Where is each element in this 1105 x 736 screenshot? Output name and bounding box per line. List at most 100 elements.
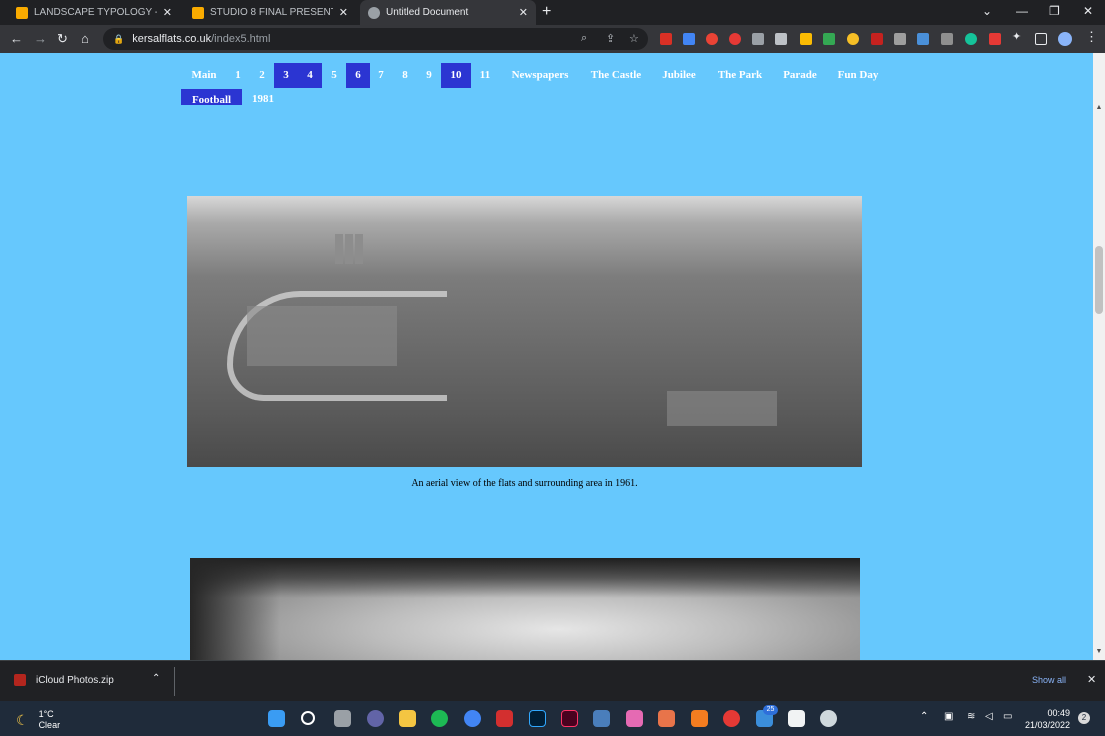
forward-icon[interactable]: → — [34, 31, 47, 46]
extension-icon[interactable] — [894, 33, 906, 45]
window-close-icon[interactable]: ✕ — [1083, 4, 1093, 18]
wifi-icon[interactable]: ≋ — [967, 711, 975, 722]
share-icon[interactable]: ⇪ — [606, 32, 615, 45]
volume-icon[interactable]: ◁ — [985, 711, 993, 722]
teams-chat-icon[interactable] — [367, 710, 384, 727]
side-panel-icon[interactable] — [1035, 33, 1047, 45]
extension-icon[interactable] — [823, 33, 835, 45]
system-clock[interactable]: 00:49 21/03/2022 — [1024, 707, 1070, 731]
tab-search-icon[interactable]: ⌄ — [982, 4, 992, 18]
tab-studio-8[interactable]: STUDIO 8 FINAL PRESENTATION ✕ — [184, 0, 356, 25]
nav-link-6[interactable]: 6 — [346, 63, 370, 88]
nav-link-1981[interactable]: 1981 — [243, 87, 283, 112]
extension-icon[interactable] — [706, 33, 718, 45]
nav-link-5[interactable]: 5 — [323, 63, 345, 88]
app-icon[interactable] — [723, 710, 740, 727]
show-all-link[interactable]: Show all — [1032, 675, 1066, 685]
nav-link-jubilee[interactable]: Jubilee — [654, 63, 704, 88]
search-icon[interactable] — [301, 711, 315, 725]
grammarly-icon[interactable] — [965, 33, 977, 45]
nav-link-newspapers[interactable]: Newspapers — [501, 63, 579, 88]
app-icon[interactable] — [820, 710, 837, 727]
nav-link-fun-day[interactable]: Fun Day — [830, 63, 886, 88]
chevron-up-icon[interactable]: ⌃ — [152, 673, 160, 684]
photos-icon[interactable] — [626, 710, 643, 727]
extension-icon[interactable] — [752, 33, 764, 45]
acrobat-icon[interactable] — [496, 710, 513, 727]
app-icon[interactable] — [658, 710, 675, 727]
download-filename: iCloud Photos.zip — [36, 674, 114, 686]
extension-icon[interactable] — [847, 33, 859, 45]
app-icon[interactable] — [593, 710, 610, 727]
cooling-tower — [355, 234, 363, 264]
extension-icon[interactable] — [989, 33, 1001, 45]
url-path: /index5.html — [211, 33, 271, 45]
app-icon[interactable] — [691, 710, 708, 727]
battery-icon[interactable]: ▭ — [1003, 711, 1012, 722]
extension-icon[interactable] — [941, 33, 953, 45]
adblock-icon[interactable] — [729, 33, 741, 45]
menu-kebab-icon[interactable]: ⋮ — [1085, 29, 1098, 45]
start-windows-icon[interactable] — [268, 710, 285, 727]
chevron-up-icon[interactable]: ⌃ — [920, 711, 928, 722]
close-icon[interactable]: ✕ — [339, 6, 348, 19]
tab-untitled-document[interactable]: Untitled Document ✕ — [360, 0, 536, 25]
nav-link-main[interactable]: Main — [181, 63, 227, 88]
profile-avatar[interactable] — [1058, 32, 1072, 46]
scroll-down-arrow-icon[interactable]: ▼ — [1093, 646, 1105, 658]
extension-icon[interactable] — [871, 33, 883, 45]
photo-caption: An aerial view of the flats and surround… — [411, 478, 638, 489]
task-view-icon[interactable] — [334, 710, 351, 727]
file-explorer-icon[interactable] — [399, 710, 416, 727]
extension-icon[interactable] — [775, 33, 787, 45]
nav-link-1[interactable]: 1 — [227, 63, 249, 88]
close-icon[interactable]: ✕ — [1087, 673, 1096, 686]
nav-link-9[interactable]: 9 — [418, 63, 440, 88]
slides-icon — [192, 6, 204, 19]
weather-widget[interactable]: ☾ 1°C Clear — [16, 709, 60, 731]
bookmark-star-icon[interactable]: ☆ — [629, 32, 639, 45]
home-icon[interactable]: ⌂ — [81, 31, 89, 46]
restore-icon[interactable]: ❐ — [1049, 4, 1060, 18]
scroll-thumb[interactable] — [1095, 246, 1103, 314]
chrome-icon[interactable] — [464, 710, 481, 727]
nav-link-8[interactable]: 8 — [394, 63, 416, 88]
nav-link-2[interactable]: 2 — [251, 63, 273, 88]
clock-time: 00:49 — [1047, 708, 1070, 718]
scroll-up-arrow-icon[interactable]: ▲ — [1093, 102, 1105, 114]
close-icon[interactable]: ✕ — [163, 6, 172, 19]
spotify-icon[interactable] — [431, 710, 448, 727]
tab-landscape-typology[interactable]: LANDSCAPE TYPOLOGY - Google ✕ — [8, 0, 180, 25]
nav-link-3[interactable]: 3 — [274, 63, 298, 88]
extension-icon[interactable] — [800, 33, 812, 45]
reload-icon[interactable]: ↻ — [57, 31, 68, 47]
display-icon[interactable]: ▣ — [944, 711, 953, 722]
tab-title: LANDSCAPE TYPOLOGY - Google — [34, 7, 157, 18]
nav-link-11[interactable]: 11 — [473, 63, 497, 88]
download-item[interactable]: iCloud Photos.zip — [14, 674, 114, 686]
extensions-puzzle-icon[interactable]: ✦ — [1012, 30, 1024, 43]
indesign-icon[interactable] — [561, 710, 578, 727]
page-scrollbar[interactable]: ▲ ▼ — [1093, 53, 1105, 660]
nav-link-4[interactable]: 4 — [298, 63, 322, 88]
store-icon[interactable] — [788, 710, 805, 727]
new-tab-button[interactable]: + — [542, 3, 551, 21]
nav-link-7[interactable]: 7 — [370, 63, 392, 88]
nav-link-football[interactable]: Football — [181, 89, 242, 105]
close-icon[interactable]: ✕ — [519, 6, 528, 19]
photoshop-icon[interactable] — [529, 710, 546, 727]
extension-icon[interactable] — [917, 33, 929, 45]
nav-link-parade[interactable]: Parade — [775, 63, 825, 88]
nav-link-10[interactable]: 10 — [441, 63, 471, 88]
back-icon[interactable]: ← — [10, 31, 23, 46]
nav-link-the-castle[interactable]: The Castle — [582, 63, 650, 88]
nav-link-the-park[interactable]: The Park — [709, 63, 771, 88]
zoom-icon[interactable]: ⌕ — [581, 32, 587, 45]
extension-icon[interactable] — [660, 33, 672, 45]
url-host: kersalflats.co.uk — [132, 33, 212, 45]
moon-icon: ☾ — [16, 711, 29, 728]
minimize-icon[interactable]: — — [1016, 4, 1028, 18]
translate-icon[interactable] — [683, 33, 695, 45]
address-bar[interactable]: 🔒 kersalflats.co.uk/index5.html ⌕ ⇪ ☆ — [103, 28, 648, 50]
notification-badge[interactable]: 2 — [1078, 712, 1090, 724]
